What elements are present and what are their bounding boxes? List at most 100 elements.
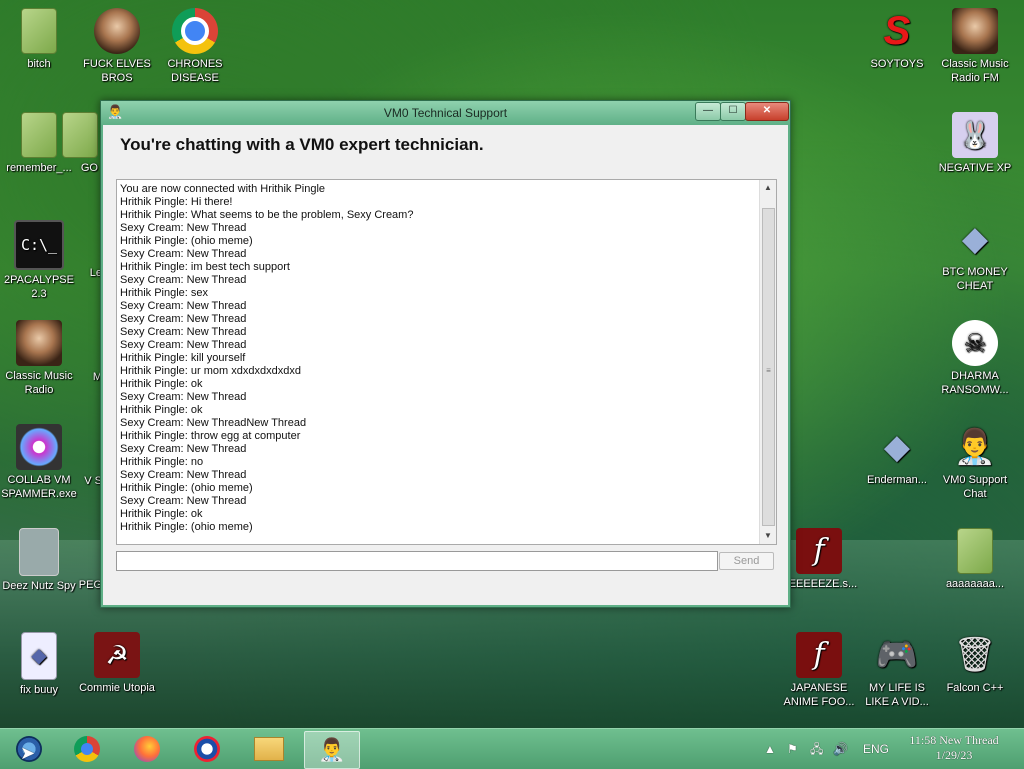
send-button[interactable]: Send (719, 552, 774, 570)
chat-line: Hrithik Pingle: Hi there! (120, 196, 233, 208)
obama-logo-icon (194, 736, 220, 762)
chat-line: Sexy Cream: New Thread (120, 222, 247, 234)
scroll-down-icon[interactable]: ▼ (760, 528, 776, 544)
taskbar-chrome[interactable] (60, 731, 114, 767)
desktop-icon-label: CHRONES DISEASE (167, 58, 223, 84)
chat-line: Hrithik Pingle: ok (120, 508, 203, 520)
folder-icon (21, 112, 57, 158)
scroll-thumb[interactable]: ≡ (762, 208, 775, 526)
desktop-icon-vm0-support-chat[interactable]: 👨‍⚕️ VM0 Support Chat (936, 424, 1014, 501)
chat-line: Sexy Cream: New Thread (120, 313, 247, 325)
window-client-area: You're chatting with a VM0 expert techni… (103, 125, 788, 605)
desktop-icon-enderman[interactable]: ◆ Enderman... (858, 424, 936, 487)
language-indicator[interactable]: ENG (863, 729, 889, 769)
desktop-icon-classic-music-radio[interactable]: Classic Music Radio (0, 320, 78, 397)
desktop-icon-label: V S (84, 475, 102, 487)
desktop-icon-bitch[interactable]: bitch (0, 8, 78, 71)
desktop-icon-label: M (92, 371, 102, 383)
desktop-icon-my-life-is-like-a-vid[interactable]: 🎮 MY LIFE IS LIKE A VID... (858, 632, 936, 709)
chat-line: Hrithik Pingle: im best tech support (120, 261, 290, 273)
chat-scrollbar[interactable]: ▲ ≡ ▼ (759, 180, 776, 544)
desktop-icon-label: NEGATIVE XP (938, 162, 1012, 174)
desktop-icon-2pacalypse[interactable]: C:\_ 2PACALYPSE 2.3 (0, 220, 78, 301)
doctor-icon: 👨‍⚕️ (953, 428, 997, 466)
chat-line: Sexy Cream: New Thread (120, 469, 247, 481)
desktop-icon-aaaaaaaa[interactable]: aaaaaaaa... (936, 528, 1014, 591)
chat-line: Sexy Cream: New Thread (120, 443, 247, 455)
desktop-icon-m[interactable]: M (62, 370, 102, 384)
taskbar-file-explorer[interactable] (242, 731, 296, 767)
desktop-icon-negative-xp[interactable]: 🐰 NEGATIVE XP (936, 112, 1014, 175)
taskbar-obama[interactable] (180, 731, 234, 767)
taskbar-firefox[interactable] (120, 731, 174, 767)
scroll-up-icon[interactable]: ▲ (760, 180, 776, 196)
desktop-icon-label: Enderman... (867, 474, 927, 486)
firefox-icon (134, 736, 160, 762)
chat-line: Hrithik Pingle: kill yourself (120, 352, 246, 364)
desktop-icon-label: Falcon C++ (946, 682, 1004, 694)
close-button[interactable]: ✕ (745, 102, 789, 121)
portrait-icon (16, 320, 62, 366)
volume-icon[interactable]: 🔊 (833, 729, 848, 769)
chat-line: Sexy Cream: New Thread (120, 248, 247, 260)
desktop-icon-btc-money-cheat[interactable]: ◆ BTC MONEY CHEAT (936, 216, 1014, 293)
clock-date: 1/29/23 (935, 748, 973, 762)
chat-line: Hrithik Pingle: (ohio meme) (120, 235, 253, 247)
taskbar: 👨‍⚕️ ▲ ⚑ 🖧 🔊 ENG 11:58 New Thread 1/29/2… (0, 728, 1024, 769)
desktop-icon-label: DHARMA RANSOMW... (941, 370, 1009, 396)
desktop-icon-label: bitch (27, 58, 51, 70)
chat-log[interactable]: You are now connected with Hrithik Pingl… (116, 179, 777, 545)
mouse-cursor-icon: ➤ (20, 743, 36, 763)
minimize-button[interactable]: — (695, 102, 721, 121)
crystal-icon: ◆ (883, 428, 911, 466)
maximize-button[interactable]: ☐ (720, 102, 746, 121)
commie-icon: ☭ (94, 632, 140, 678)
desktop-icon-go[interactable]: GO (58, 112, 98, 175)
chat-line: Hrithik Pingle: What seems to be the pro… (120, 209, 414, 221)
desktop-icon-peg[interactable]: PEG (62, 578, 102, 592)
window-titlebar[interactable]: 👨‍⚕️ VM0 Technical Support — ☐ ✕ (101, 101, 790, 125)
desktop-icon-fuck-elves-bros[interactable]: FUCK ELVES BROS (78, 8, 156, 85)
chat-lines: You are now connected with Hrithik Pingl… (120, 183, 758, 534)
flag-icon[interactable]: ⚑ (787, 729, 798, 769)
taskbar-clock[interactable]: 11:58 New Thread 1/29/23 (896, 733, 1012, 763)
stack-icon (19, 528, 59, 576)
soytoys-icon: S (883, 9, 911, 53)
taskbar-vm0-support[interactable]: 👨‍⚕️ (304, 731, 360, 769)
desktop-icon-dharma-ransomware[interactable]: ☠ DHARMA RANSOMW... (936, 320, 1014, 397)
chat-line: You are now connected with Hrithik Pingl… (120, 183, 326, 195)
desktop-icon-chrones-disease[interactable]: CHRONES DISEASE (156, 8, 234, 85)
network-icon[interactable]: 🖧 (810, 729, 823, 769)
chrome-icon (74, 736, 100, 762)
doctor-icon: 👨‍⚕️ (318, 737, 346, 762)
chat-line: Hrithik Pingle: no (120, 456, 204, 468)
desktop-icon-label: FUCK ELVES BROS (83, 58, 151, 84)
clock-time: 11:58 New Thread (909, 733, 999, 747)
desktop-icon-vs[interactable]: V S (62, 474, 102, 488)
message-input[interactable] (116, 551, 718, 571)
chat-line: Hrithik Pingle: throw egg at computer (120, 430, 301, 442)
folder-icon (21, 8, 57, 54)
chat-line: Hrithik Pingle: (ohio meme) (120, 521, 253, 533)
folder-icon (62, 112, 98, 158)
desktop-icon-japanese-anime-foo[interactable]: f JAPANESE ANIME FOO... (780, 632, 858, 709)
desktop-icon-soytoys[interactable]: S SOYTOYS (858, 8, 936, 71)
desktop-icon-reeeeeze[interactable]: f REEEEEZE.s... (780, 528, 858, 591)
show-hidden-icons[interactable]: ▲ (764, 729, 776, 769)
recycle-bin-icon: 🗑 (953, 636, 997, 674)
window-title: VM0 Technical Support (383, 106, 508, 120)
gamepad-icon: 🎮 (875, 636, 919, 674)
flash-icon: f (796, 528, 842, 574)
desktop-icon-label: VM0 Support Chat (942, 474, 1008, 500)
chat-line: Sexy Cream: New Thread (120, 391, 247, 403)
desktop-icon-label: aaaaaaaa... (945, 578, 1005, 590)
desktop-icon-commie-utopia[interactable]: ☭ Commie Utopia (78, 632, 156, 695)
desktop-icon-classic-music-radio-fm[interactable]: Classic Music Radio FM (936, 8, 1014, 85)
chat-line: Hrithik Pingle: sex (120, 287, 209, 299)
desktop-icon-falcon-cpp[interactable]: 🗑 Falcon C++ (936, 632, 1014, 695)
desktop-icon-collab-vm-spammer[interactable]: COLLAB VM SPAMMER.exe (0, 424, 78, 501)
desktop-icon-label: BTC MONEY CHEAT (942, 266, 1008, 292)
desktop-icon-fix-buuy[interactable]: ◆ fix buuy (0, 632, 78, 697)
chrome-icon (172, 8, 218, 54)
desktop-icon-le[interactable]: Le (62, 266, 102, 280)
